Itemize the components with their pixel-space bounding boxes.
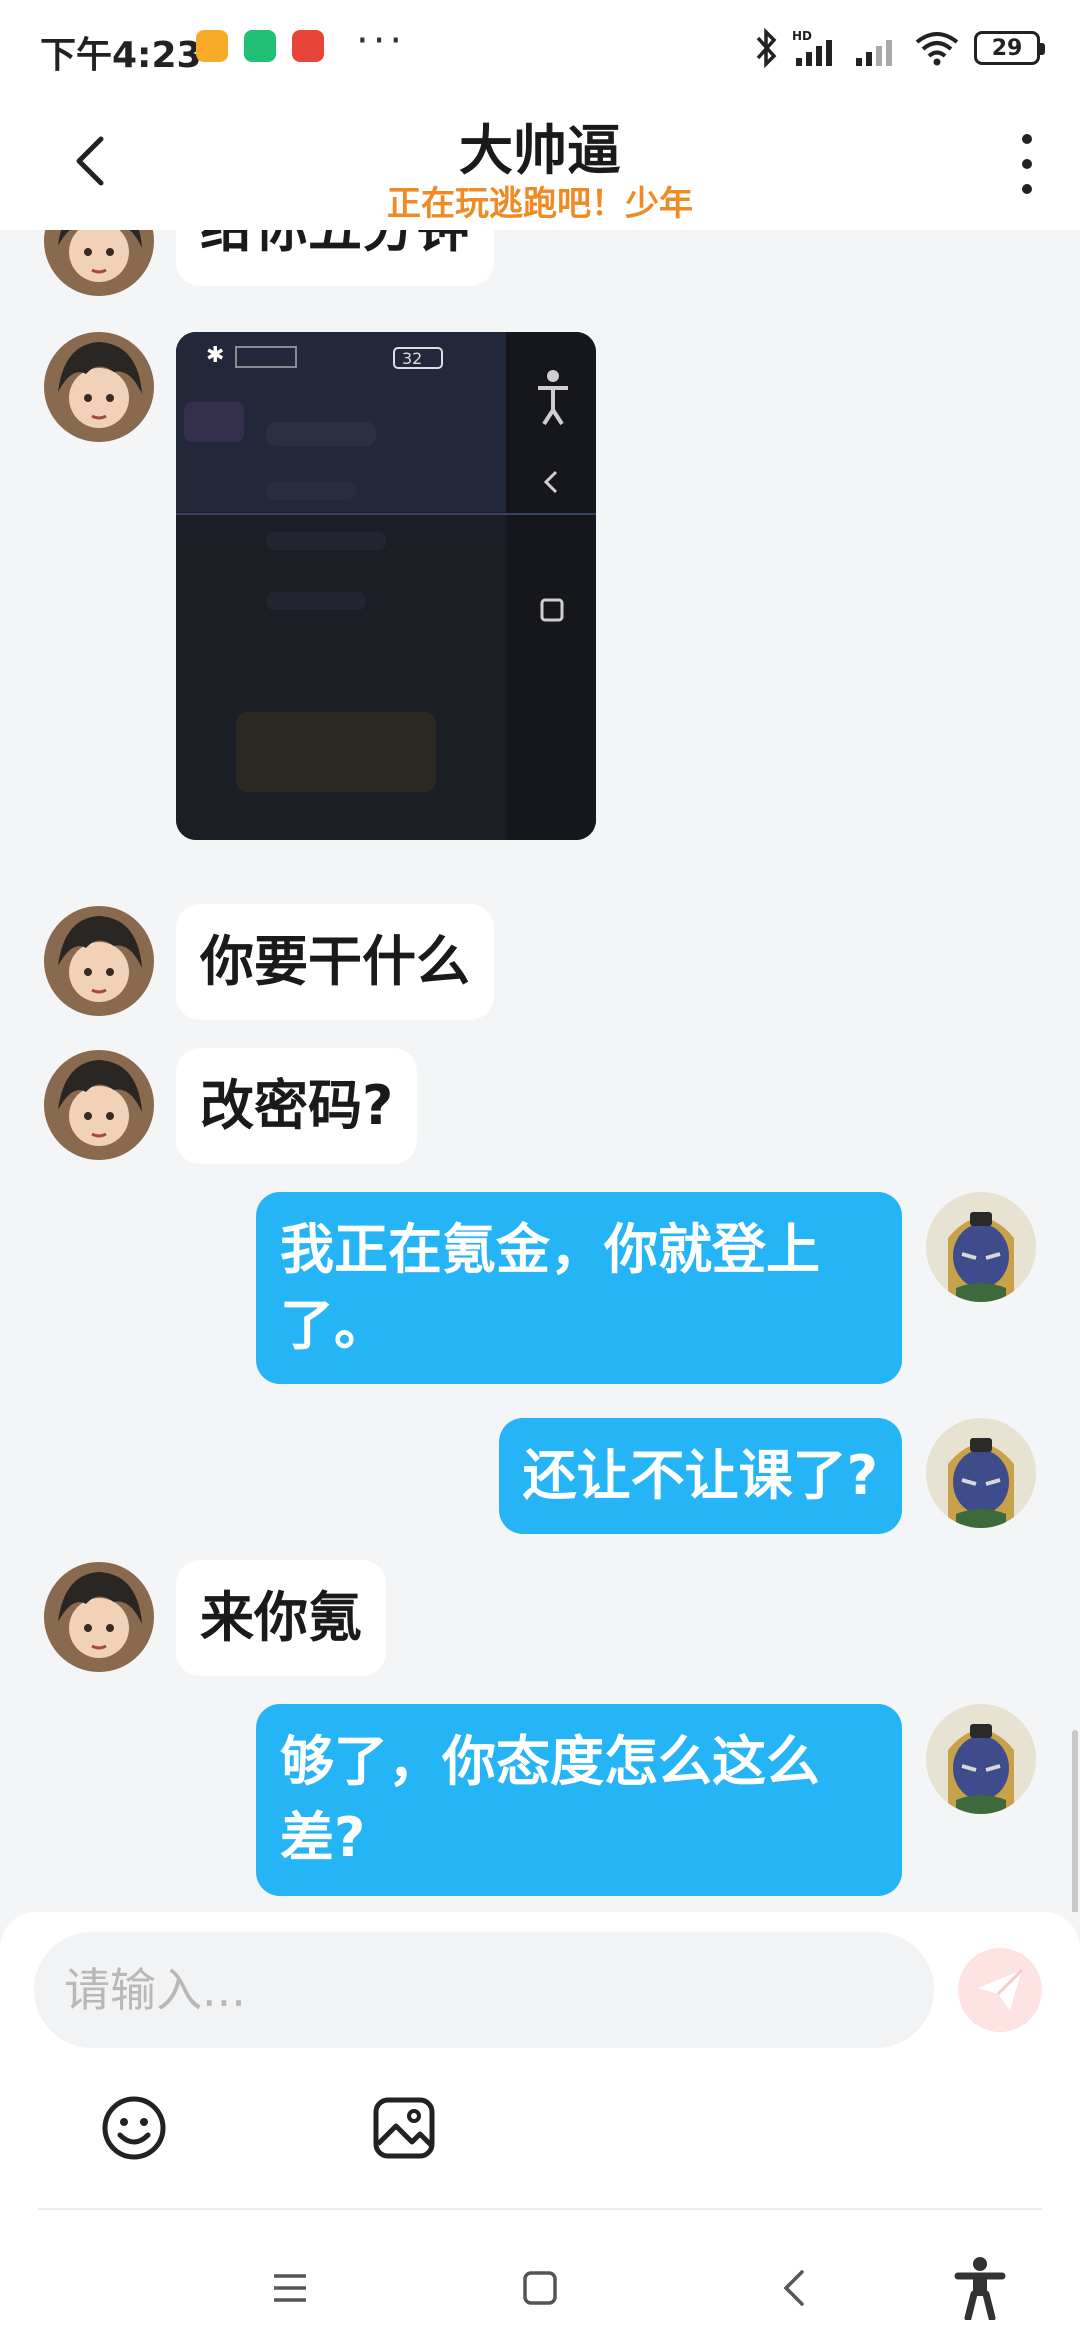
send-icon [978, 1968, 1024, 2010]
nav-menu-button[interactable] [250, 2248, 330, 2328]
more-notifications-icon: ··· [356, 18, 407, 64]
accessibility-icon [954, 2257, 1006, 2320]
status-bar: 下午4:23 ··· HD 29 [0, 0, 1080, 96]
image-battery-text: 32 [402, 349, 422, 368]
message-bubble-outgoing[interactable]: 还让不让课了? [498, 1418, 902, 1534]
scrollbar[interactable] [1072, 1730, 1078, 1912]
message-input[interactable] [34, 1932, 934, 2048]
contact-avatar[interactable] [44, 1050, 154, 1160]
contact-avatar[interactable] [44, 906, 154, 1016]
mascot-app-icon [292, 30, 324, 62]
wifi-icon [915, 32, 959, 66]
back-icon [783, 2270, 804, 2306]
image-icon [373, 2097, 435, 2159]
message-list[interactable]: 给你五分钟 ✱ 32 你要干什么 [0, 230, 1080, 1912]
status-time: 下午4:23 [40, 35, 202, 76]
status-indicators: HD 29 [754, 24, 1045, 72]
contact-status: 正在玩逃跑吧！少年 [387, 184, 693, 224]
security-app-icon [244, 30, 276, 62]
svg-text:HD: HD [792, 29, 812, 43]
image-button[interactable] [364, 2088, 444, 2168]
more-vertical-icon [1022, 134, 1032, 144]
nav-home-button[interactable] [500, 2248, 580, 2328]
battery-icon: 29 [974, 31, 1045, 65]
message-bubble-incoming[interactable]: 来你氪 [176, 1560, 386, 1676]
signal-icon [856, 40, 892, 66]
contact-avatar[interactable] [44, 1562, 154, 1672]
image-message[interactable]: ✱ 32 [176, 332, 596, 840]
chat-header: 大帅逼 正在玩逃跑吧！少年 [0, 96, 1080, 230]
contact-name: 大帅逼 [459, 119, 621, 182]
message-bubble-incoming[interactable]: 你要干什么 [176, 904, 494, 1020]
send-button[interactable] [958, 1948, 1042, 2032]
contact-avatar[interactable] [44, 332, 154, 442]
bluetooth-icon [756, 28, 777, 68]
message-bubble-outgoing[interactable]: 我正在氪金，你就登上了。 [256, 1192, 902, 1384]
emoji-icon [102, 2096, 166, 2160]
message-bubble-incoming[interactable]: 给你五分钟 [176, 230, 494, 286]
contact-avatar[interactable] [44, 230, 154, 296]
my-avatar[interactable] [926, 1704, 1036, 1814]
input-panel [0, 1912, 1080, 2340]
more-options-button[interactable] [1012, 134, 1042, 194]
svg-text:✱: ✱ [206, 343, 224, 368]
message-bubble-outgoing[interactable]: 够了，你态度怎么这么差? [256, 1704, 902, 1896]
my-avatar[interactable] [926, 1192, 1036, 1302]
message-bubble-incoming[interactable]: 改密码? [176, 1048, 418, 1164]
notes-app-icon [196, 30, 228, 62]
my-avatar[interactable] [926, 1418, 1036, 1528]
divider [38, 2208, 1042, 2210]
menu-icon [274, 2274, 306, 2302]
accessibility-button[interactable] [940, 2248, 1020, 2328]
home-icon [523, 2271, 557, 2305]
emoji-button[interactable] [94, 2088, 174, 2168]
nav-back-button[interactable] [754, 2248, 834, 2328]
hd-signal-icon: HD [792, 29, 832, 66]
